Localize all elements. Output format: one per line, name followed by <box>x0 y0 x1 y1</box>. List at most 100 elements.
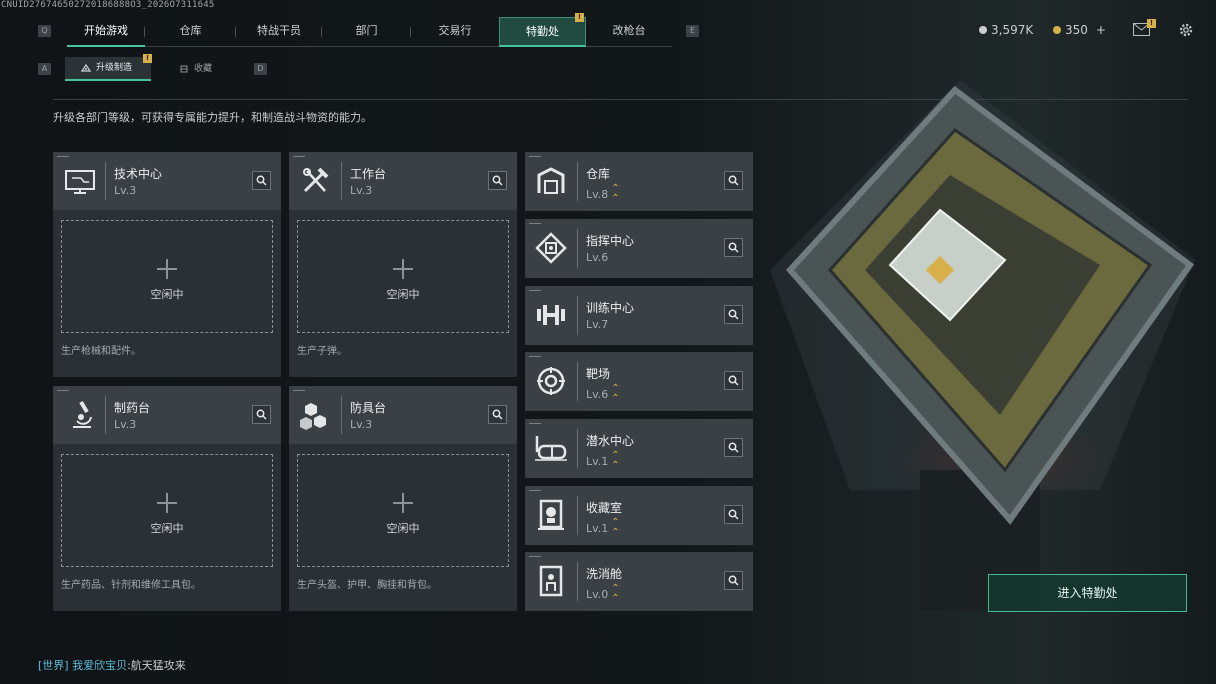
module-product-text: 生产头盔、护甲、胸挂和背包。 <box>297 580 437 591</box>
ticket-balance[interactable]: 350 + <box>1053 23 1106 37</box>
coin-icon <box>979 26 987 34</box>
craft-slot[interactable]: 空闲中 <box>61 454 273 567</box>
module-header[interactable]: 防具台 Lv.3 <box>289 386 517 444</box>
module-header[interactable]: 制药台 Lv.3 <box>53 386 281 444</box>
plus-icon <box>157 259 177 279</box>
module-card-tech: 技术中心 Lv.3 空闲中 生产枪械和配件。 <box>53 152 281 377</box>
tab-trading[interactable]: 交易行 <box>411 17 499 47</box>
tab-label: 仓库 <box>179 24 202 37</box>
enter-special-ops-button[interactable]: 进入特勤处 <box>988 574 1187 612</box>
module-level: Lv.3 <box>114 418 137 431</box>
module-header[interactable]: 技术中心 Lv.3 <box>53 152 281 210</box>
prev-tab-hotkey: Q <box>38 25 51 37</box>
module-name: 防具台 <box>350 401 387 415</box>
facility-level: Lv.1 <box>586 521 609 535</box>
module-card-pharmacy: 制药台 Lv.3 空闲中 生产药品、针剂和维修工具包。 <box>53 386 281 611</box>
search-icon <box>728 242 739 253</box>
inspect-button[interactable] <box>724 305 743 324</box>
subtab-collection[interactable]: 收藏 <box>163 57 243 81</box>
chat-nickname[interactable]: 我爱欣宝贝 <box>72 659 127 672</box>
decon-icon <box>539 565 563 597</box>
target-icon <box>537 367 565 395</box>
tab-start-game[interactable]: 开始游戏 <box>67 17 145 47</box>
facility-name: 靶场 <box>586 367 611 381</box>
facility-row-range[interactable]: 靶场 Lv.6 ⌃ ⌃ <box>525 352 753 411</box>
module-card-workbench: 工作台 Lv.3 空闲中 生产子弹。 <box>289 152 517 377</box>
tab-label: 特勤处 <box>526 25 559 38</box>
module-header[interactable]: 工作台 Lv.3 <box>289 152 517 210</box>
module-name: 技术中心 <box>114 167 163 181</box>
search-icon <box>728 509 739 520</box>
computer-icon <box>65 170 95 194</box>
search-icon <box>728 309 739 320</box>
facility-row-training[interactable]: 训练中心 Lv.7 <box>525 286 753 345</box>
facility-row-command[interactable]: 指挥中心 Lv.6 <box>525 219 753 278</box>
inspect-button[interactable] <box>252 171 271 190</box>
facility-level: Lv.6 <box>586 251 609 264</box>
slot-status: 空闲中 <box>386 522 420 535</box>
settings-gear-icon[interactable] <box>1177 21 1195 39</box>
facility-row-collection-room[interactable]: 收藏室 Lv.1 ⌃ ⌃ <box>525 486 753 545</box>
search-icon <box>728 175 739 186</box>
subtab-upgrade-craft[interactable]: 升级制造 ! <box>65 54 152 81</box>
facility-level: Lv.7 <box>586 318 609 331</box>
inspect-button[interactable] <box>488 405 507 424</box>
craft-slot[interactable]: 空闲中 <box>297 454 509 567</box>
tab-label: 交易行 <box>438 24 472 37</box>
add-ticket-button[interactable]: + <box>1096 23 1106 37</box>
tab-department[interactable]: 部门 <box>322 17 411 47</box>
tab-label: 部门 <box>355 24 378 37</box>
inspect-button[interactable] <box>724 505 743 524</box>
tab-warehouse[interactable]: 仓库 <box>145 17 236 47</box>
module-product-text: 生产子弹。 <box>297 346 347 357</box>
craft-icon <box>81 63 91 72</box>
facility-name: 仓库 <box>586 167 611 181</box>
special-ops-cube-artwork <box>770 80 1195 610</box>
facility-level: Lv.8 <box>586 187 609 201</box>
microscope-icon <box>73 400 92 428</box>
tab-operators[interactable]: 特战干员 <box>236 17 322 47</box>
chip-icon <box>535 232 567 264</box>
next-subtab-hotkey: D <box>254 63 267 75</box>
mail-notice-badge: ! <box>1147 19 1156 28</box>
craft-slot[interactable]: 空闲中 <box>297 220 509 333</box>
inspect-button[interactable] <box>724 171 743 190</box>
tab-label: 开始游戏 <box>84 24 128 37</box>
facility-level: Lv.0 <box>586 587 609 601</box>
craft-slot[interactable]: 空闲中 <box>61 220 273 333</box>
inspect-button[interactable] <box>724 438 743 457</box>
module-name: 制药台 <box>114 401 151 415</box>
inspect-button[interactable] <box>488 171 507 190</box>
search-icon <box>256 409 267 420</box>
player-uid: CNUID276746502720186888O3_2026O7311645 <box>1 0 215 10</box>
tab-gunsmith[interactable]: 改枪台 <box>586 17 672 47</box>
chat-line[interactable]: [世界] 我爱欣宝贝:航天猛攻来 <box>38 657 186 673</box>
subtab-notice-badge: ! <box>143 54 152 63</box>
search-icon <box>728 575 739 586</box>
chat-message: :航天猛攻来 <box>127 659 186 672</box>
plus-icon <box>393 259 413 279</box>
slot-status: 空闲中 <box>386 288 420 301</box>
tools-icon <box>303 167 329 193</box>
inspect-button[interactable] <box>724 571 743 590</box>
module-product-text: 生产枪械和配件。 <box>61 346 141 357</box>
ticket-amount: 350 <box>1065 23 1088 37</box>
subtab-label: 升级制造 <box>96 63 133 73</box>
tab-special-ops[interactable]: 特勤处! <box>499 13 586 47</box>
coin-balance[interactable]: 3,597K <box>979 23 1033 37</box>
tab-notice-badge: ! <box>575 13 584 22</box>
inspect-button[interactable] <box>724 371 743 390</box>
upgrade-available-icon: ⌃ ⌃ <box>611 450 620 471</box>
module-level: Lv.3 <box>114 184 137 197</box>
inspect-button[interactable] <box>252 405 271 424</box>
subtab-label: 收藏 <box>194 64 213 74</box>
facility-name: 收藏室 <box>586 501 623 515</box>
page-description: 升级各部门等级，可获得专属能力提升，和制造战斗物资的能力。 <box>53 111 372 124</box>
facility-row-decontamination[interactable]: 洗消舱 Lv.0 ⌃ ⌃ <box>525 552 753 611</box>
tab-label: 特战干员 <box>257 24 301 37</box>
warehouse-icon <box>537 167 565 194</box>
inspect-button[interactable] <box>724 238 743 257</box>
collection-icon <box>180 65 188 73</box>
facility-row-diving[interactable]: 潜水中心 Lv.1 ⌃ ⌃ <box>525 419 753 478</box>
facility-row-warehouse[interactable]: 仓库 Lv.8 ⌃ ⌃ <box>525 152 753 211</box>
